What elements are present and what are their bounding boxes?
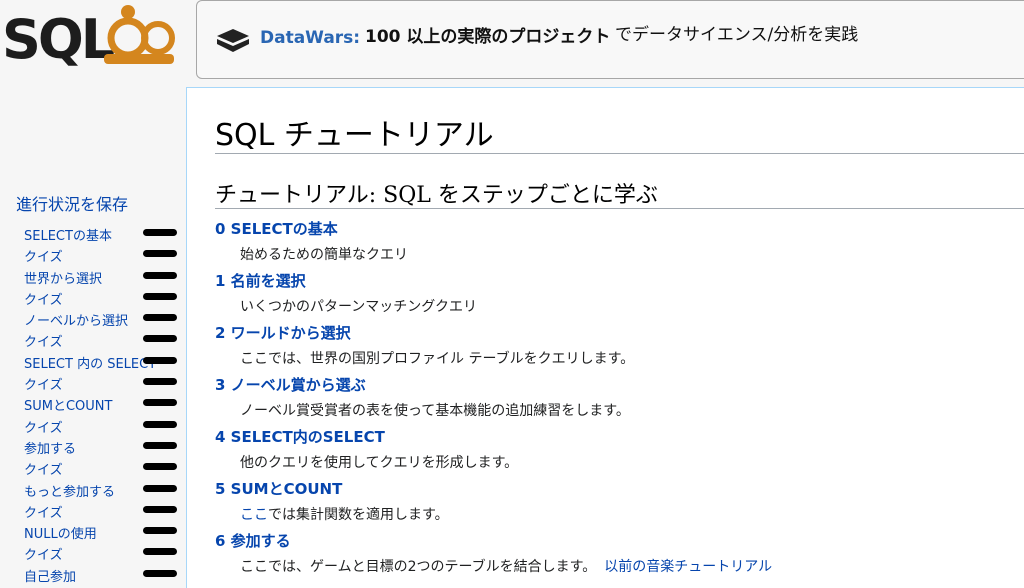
- lesson-item: 5 SUMとCOUNT ここでは集計関数を適用します。: [215, 476, 1015, 528]
- lesson-item: 4 SELECT内のSELECT 他のクエリを使用してクエリを形成します。: [215, 424, 1015, 476]
- sidebar-item-label[interactable]: もっと参加する: [24, 481, 115, 500]
- progress-indicator: [143, 399, 177, 407]
- lesson-title-link[interactable]: 2 ワールドから選択: [215, 322, 351, 343]
- sidebar-item[interactable]: クイズ: [0, 414, 185, 436]
- sidebar-item-label[interactable]: クイズ: [24, 544, 63, 563]
- previous-music-tutorial-link[interactable]: 以前の音楽チュートリアル: [604, 559, 772, 575]
- sidebar-item[interactable]: SELECTの基本: [0, 222, 185, 244]
- sidebar-item[interactable]: もっと参加する: [0, 478, 185, 500]
- lesson-description: ノーベル賞受賞者の表を使って基本機能の追加練習をします。: [240, 400, 630, 420]
- sidebar-item-label[interactable]: ノーベルから選択: [24, 310, 128, 329]
- subtitle-divider: [215, 208, 1024, 209]
- sidebar-item-label[interactable]: クイズ: [24, 417, 63, 436]
- sidebar-item-label[interactable]: クイズ: [24, 331, 63, 350]
- lesson-item: 2 ワールドから選択ここでは、世界の国別プロファイル テーブルをクエリします。: [215, 320, 1015, 372]
- sidebar-item-label[interactable]: クイズ: [24, 459, 63, 478]
- sidebar-item[interactable]: クイズ: [0, 456, 185, 478]
- sidebar-item[interactable]: クイズ: [0, 328, 185, 350]
- banner-text: でデータサイエンス/分析を実践: [615, 25, 859, 45]
- lesson-description-text: ここでは、世界の国別プロファイル テーブルをクエリします。: [240, 351, 635, 367]
- datawars-banner[interactable]: DataWars: 100 以上の実際のプロジェクト でデータサイエンス/分析を…: [196, 0, 1024, 79]
- sidebar-nav: SELECTの基本 クイズ 世界から選択 クイズ ノーベルから選択 クイズ SELECT 内…: [0, 222, 185, 585]
- progress-indicator: [143, 569, 177, 577]
- lesson-description: 他のクエリを使用してクエリを形成します。: [240, 452, 518, 472]
- lesson-item: 0 SELECTの基本始めるための簡単なクエリ: [215, 216, 1015, 268]
- sidebar-item-label[interactable]: 世界から選択: [24, 268, 102, 287]
- sidebar-item-label[interactable]: SELECTの基本: [24, 225, 112, 244]
- progress-indicator: [143, 229, 177, 236]
- lesson-description-text: 始めるための簡単なクエリ: [240, 247, 408, 263]
- lesson-title-link[interactable]: 0 SELECTの基本: [215, 218, 338, 239]
- progress-indicator: [143, 250, 177, 258]
- sidebar-item-label[interactable]: クイズ: [24, 246, 63, 265]
- sidebar-item-label[interactable]: クイズ: [24, 374, 63, 393]
- lesson-description-text: ここでは、ゲームと目標の2つのテーブルを結合します。: [240, 559, 597, 575]
- lesson-description-text: いくつかのパターンマッチングクエリ: [240, 299, 478, 315]
- sidebar-item[interactable]: クイズ: [0, 371, 185, 393]
- lesson-list: 0 SELECTの基本 始めるための簡単なクエリ 1 名前を選択 いくつかのパターンマ…: [215, 216, 1015, 580]
- lesson-title-link[interactable]: 5 SUMとCOUNT: [215, 478, 342, 499]
- progress-indicator: [143, 292, 177, 300]
- sidebar-item-label[interactable]: クイズ: [24, 289, 63, 308]
- lesson-description-text: では集計関数を適用します。: [268, 507, 449, 523]
- lesson-description: ここでは集計関数を適用します。: [240, 504, 449, 524]
- progress-indicator: [143, 420, 177, 428]
- datawars-brand: DataWars:: [260, 28, 361, 48]
- lesson-title-link[interactable]: 3 ノーベル賞から選ぶ: [215, 374, 366, 395]
- progress-indicator: [143, 548, 177, 556]
- lesson-item: 1 名前を選択いくつかのパターンマッチングクエリ: [215, 268, 1015, 320]
- sqlzoo-logo[interactable]: SQL: [0, 0, 185, 80]
- lesson-description-text: 他のクエリを使用してクエリを形成します。: [240, 455, 519, 471]
- lesson-item: 6 参加するここでは、ゲームと目標の2つのテーブルを結合します。 以前の音楽チュー…: [215, 528, 1015, 580]
- sidebar-item[interactable]: クイズ: [0, 541, 185, 563]
- progress-indicator: [143, 314, 177, 322]
- sidebar-item[interactable]: 自己参加: [0, 563, 185, 585]
- lesson-description: ここでは、世界の国別プロファイル テーブルをクエリします。: [240, 348, 634, 368]
- progress-indicator: [143, 378, 177, 386]
- sidebar-item-label[interactable]: SELECT 内の SELECT: [24, 353, 156, 372]
- lesson-title-link[interactable]: 4 SELECT内のSELECT: [215, 426, 385, 447]
- banner-highlight: 100 以上の実際のプロジェクト: [365, 27, 611, 47]
- sidebar: 進行状況を保存 SELECTの基本 クイズ 世界から選択 クイズ ノーベルから選択 クイズ…: [0, 86, 185, 585]
- progress-indicator: [143, 271, 177, 279]
- svg-text:SQL: SQL: [2, 8, 114, 71]
- lesson-description-text: ノーベル賞受賞者の表を使って基本機能の追加練習をします。: [240, 403, 630, 419]
- sidebar-item[interactable]: SUMとCOUNT: [0, 392, 185, 414]
- progress-indicator: [143, 335, 177, 343]
- sidebar-item-label[interactable]: 参加する: [24, 438, 76, 457]
- sidebar-item-label[interactable]: SUMとCOUNT: [24, 395, 112, 414]
- page-subtitle: チュートリアル: SQL をステップごとに学ぶ: [215, 183, 658, 208]
- sidebar-item[interactable]: NULLの使用: [0, 520, 185, 542]
- lesson-title-link[interactable]: 1 名前を選択: [215, 270, 306, 291]
- lesson-item: 3 ノーベル賞から選ぶノーベル賞受賞者の表を使って基本機能の追加練習をします。: [215, 372, 1015, 424]
- main-content: SQL チュートリアル チュートリアル: SQL をステップごとに学ぶ 0 SE…: [186, 87, 1024, 588]
- sidebar-item[interactable]: SELECT 内の SELECT: [0, 350, 185, 372]
- sidebar-item[interactable]: クイズ: [0, 499, 185, 521]
- sidebar-item[interactable]: クイズ: [0, 286, 185, 308]
- sidebar-item[interactable]: ノーベルから選択: [0, 307, 185, 329]
- sidebar-item-label[interactable]: NULLの使用: [24, 523, 97, 542]
- progress-indicator: [143, 441, 177, 449]
- sidebar-item[interactable]: 参加する: [0, 435, 185, 457]
- sidebar-item[interactable]: 世界から選択: [0, 265, 185, 287]
- progress-indicator: [143, 356, 177, 364]
- lesson-description-link[interactable]: ここ: [240, 507, 268, 523]
- page-title: SQL チュートリアル: [215, 118, 494, 153]
- lesson-description: いくつかのパターンマッチングクエリ: [240, 296, 477, 316]
- lesson-description: 始めるための簡単なクエリ: [240, 244, 408, 264]
- progress-indicator: [143, 505, 177, 513]
- title-divider: [215, 153, 1024, 154]
- datawars-icon: [217, 29, 249, 52]
- progress-indicator: [143, 463, 177, 471]
- sidebar-item-label[interactable]: クイズ: [24, 502, 63, 521]
- lesson-description: ここでは、ゲームと目標の2つのテーブルを結合します。 以前の音楽チュートリアル: [240, 556, 772, 576]
- save-progress-link[interactable]: 進行状況を保存: [16, 191, 128, 215]
- sidebar-item[interactable]: クイズ: [0, 243, 185, 265]
- logo-graphic: SQL: [2, 5, 175, 71]
- lesson-title-link[interactable]: 6 参加する: [215, 530, 291, 551]
- progress-indicator: [143, 484, 177, 492]
- progress-indicator: [143, 527, 177, 535]
